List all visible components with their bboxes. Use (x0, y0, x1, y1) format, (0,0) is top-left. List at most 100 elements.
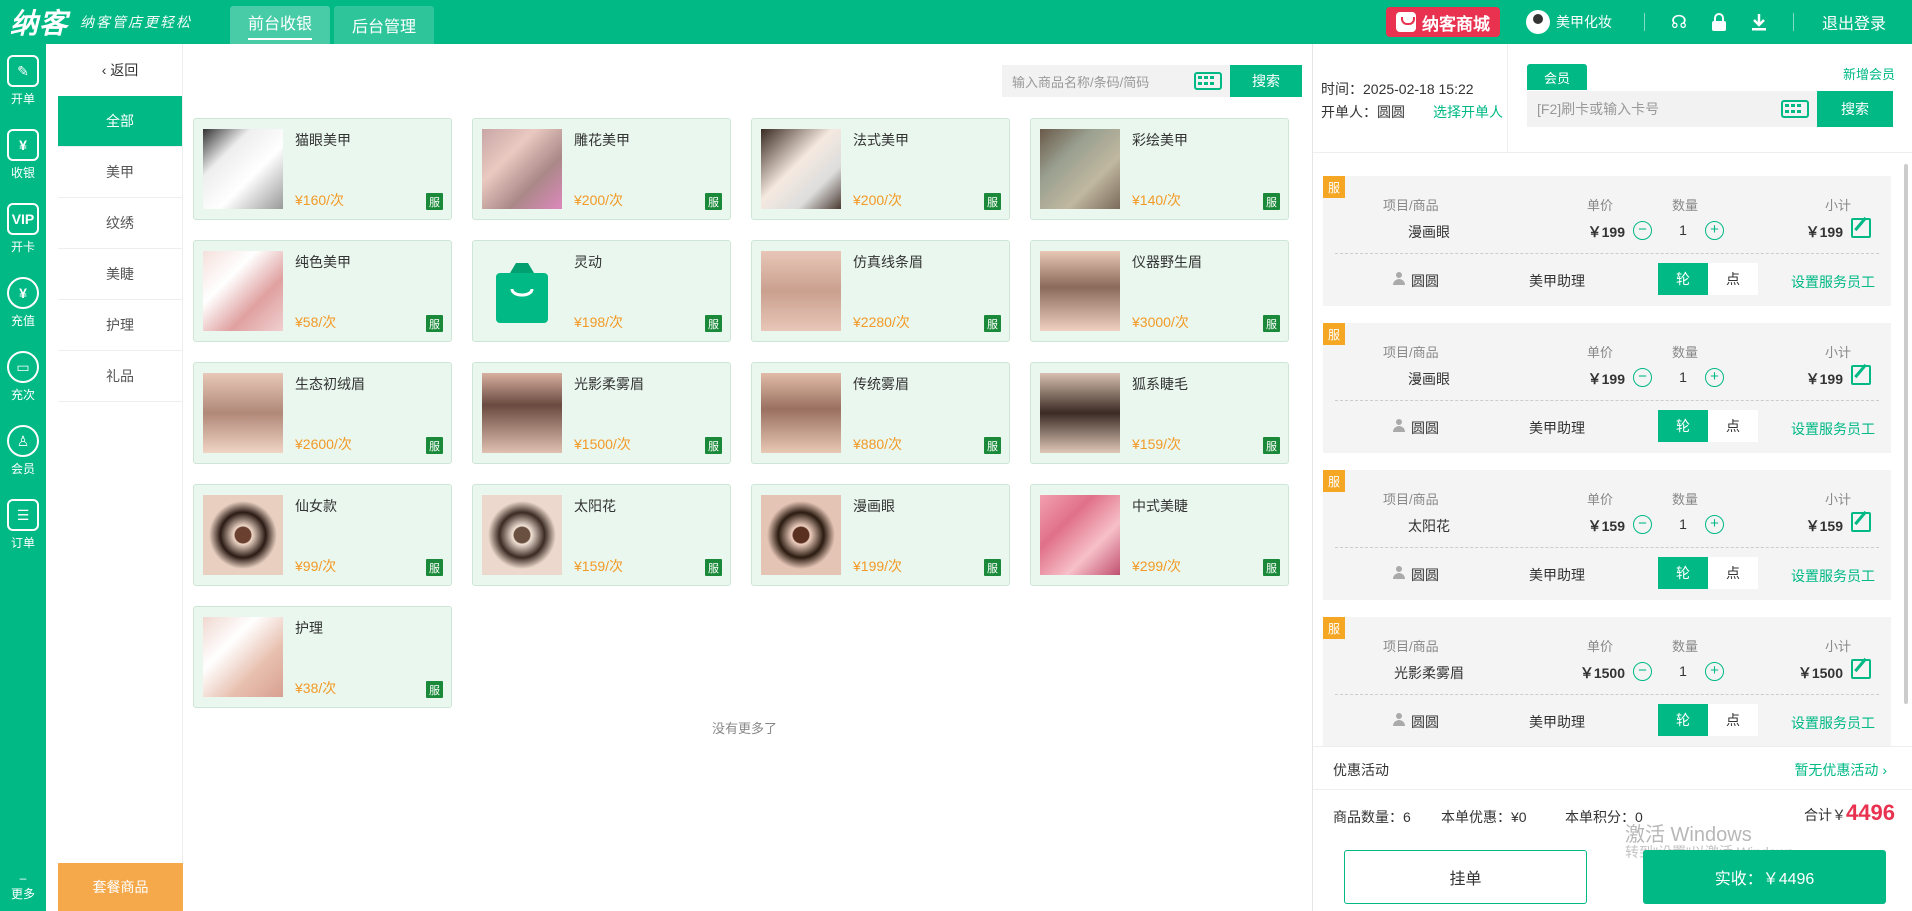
rotation-button[interactable]: 轮 (1658, 557, 1708, 589)
nav-member[interactable]: ♙ 会员 (0, 414, 46, 488)
appoint-button[interactable]: 点 (1708, 557, 1758, 589)
order-item-qty[interactable]: 1 (1673, 222, 1693, 238)
nav-open-order[interactable]: ✎ 开单 (0, 44, 46, 118)
header-qty: 数量 (1672, 198, 1699, 213)
pay-button[interactable]: 实收：￥4496 (1643, 850, 1886, 904)
product-card[interactable]: 法式美甲 ¥200/次 服 (751, 118, 1010, 220)
keyboard-icon[interactable] (1194, 72, 1222, 90)
product-card[interactable]: 纯色美甲 ¥58/次 服 (193, 240, 452, 342)
product-thumbnail (203, 251, 283, 331)
mall-button[interactable]: 纳客商城 (1385, 7, 1500, 37)
order-item-qty[interactable]: 1 (1673, 369, 1693, 385)
product-name: 灵动 (574, 254, 602, 270)
promotion-row[interactable]: 优惠活动 暂无优惠活动 › (1313, 746, 1912, 790)
nav-more[interactable]: – 更多 (0, 861, 46, 911)
product-price: ¥159/次 (574, 558, 624, 574)
plus-icon[interactable]: + (1705, 221, 1724, 240)
product-name: 仿真线条眉 (853, 254, 923, 270)
service-badge: 服 (1323, 323, 1345, 345)
product-card[interactable]: 猫眼美甲 ¥160/次 服 (193, 118, 452, 220)
top-bar: 纳客 纳客管店更轻松 前台收银 后台管理 纳客商城 美甲化妆 ☊ 退出登录 (0, 0, 1912, 44)
product-card[interactable]: 雕花美甲 ¥200/次 服 (472, 118, 731, 220)
order-item-name: 漫画眼 (1408, 224, 1450, 240)
product-card[interactable]: 传统雾眉 ¥880/次 服 (751, 362, 1010, 464)
hold-order-button[interactable]: 挂单 (1344, 850, 1587, 904)
keyboard-icon[interactable] (1781, 100, 1809, 118)
pick-opener-link[interactable]: 选择开单人 (1433, 102, 1503, 122)
nav-cashier[interactable]: ¥ 收银 (0, 118, 46, 192)
appoint-button[interactable]: 点 (1708, 263, 1758, 295)
product-search-button[interactable]: 搜索 (1230, 65, 1302, 97)
product-card[interactable]: 光影柔雾眉 ¥1500/次 服 (472, 362, 731, 464)
product-card[interactable]: 狐系睫毛 ¥159/次 服 (1030, 362, 1289, 464)
minus-icon[interactable]: − (1633, 221, 1652, 240)
product-card[interactable]: 彩绘美甲 ¥140/次 服 (1030, 118, 1289, 220)
product-card[interactable]: 仿真线条眉 ¥2280/次 服 (751, 240, 1010, 342)
plus-icon[interactable]: + (1705, 662, 1724, 681)
appoint-button[interactable]: 点 (1708, 410, 1758, 442)
rotation-button[interactable]: 轮 (1658, 263, 1708, 295)
staff-name: 圆圆 (1411, 273, 1439, 289)
shopping-bag-icon (496, 263, 548, 323)
order-list: 服项目/商品 单价 数量 小计 漫画眼 ￥199−1 + ￥199 圆圆 美甲助理轮点设置服务员工… (1313, 152, 1912, 747)
category-tattoo[interactable]: 纹绣 (58, 198, 182, 249)
download-icon[interactable] (1749, 12, 1769, 32)
back-button[interactable]: ‹ 返回 (58, 44, 182, 96)
lock-icon[interactable] (1709, 12, 1729, 32)
category-nail[interactable]: 美甲 (58, 147, 182, 198)
edit-icon[interactable] (1851, 659, 1871, 679)
nav-orders[interactable]: ☰ 订单 (0, 488, 46, 562)
tab-front-cashier[interactable]: 前台收银 (230, 6, 331, 44)
order-item-qty[interactable]: 1 (1673, 516, 1693, 532)
set-service-staff-link[interactable]: 设置服务员工 (1791, 713, 1875, 733)
edit-icon[interactable] (1851, 218, 1871, 238)
minus-icon[interactable]: − (1633, 662, 1652, 681)
headset-icon[interactable]: ☊ (1669, 12, 1689, 32)
category-gift[interactable]: 礼品 (58, 351, 182, 402)
category-lash[interactable]: 美睫 (58, 249, 182, 300)
service-badge: 服 (1323, 176, 1345, 198)
edit-icon[interactable] (1851, 512, 1871, 532)
tab-back-office[interactable]: 后台管理 (334, 6, 435, 44)
minus-icon[interactable]: − (1633, 515, 1652, 534)
new-member-link[interactable]: 新增会员 (1843, 64, 1895, 83)
category-all[interactable]: 全部 (58, 96, 182, 147)
product-card[interactable]: 仪器野生眉 ¥3000/次 服 (1030, 240, 1289, 342)
combo-products-button[interactable]: 套餐商品 (58, 863, 183, 911)
more-icon: – (19, 870, 27, 885)
plus-icon[interactable]: + (1705, 515, 1724, 534)
order-item-subtotal: ￥199 (1805, 224, 1843, 240)
product-card[interactable]: 生态初绒眉 ¥2600/次 服 (193, 362, 452, 464)
product-card[interactable]: 灵动 ¥198/次 服 (472, 240, 731, 342)
product-card[interactable]: 太阳花 ¥159/次 服 (472, 484, 731, 586)
product-card[interactable]: 仙女款 ¥99/次 服 (193, 484, 452, 586)
header-subtotal: 小计 (1825, 198, 1852, 213)
category-care[interactable]: 护理 (58, 300, 182, 351)
member-search-button[interactable]: 搜索 (1817, 91, 1893, 127)
product-card[interactable]: 中式美睫 ¥299/次 服 (1030, 484, 1289, 586)
product-search-input[interactable]: 输入商品名称/条码/简码 (1002, 65, 1230, 97)
plus-icon[interactable]: + (1705, 368, 1724, 387)
user-menu[interactable]: 美甲化妆 (1525, 10, 1612, 34)
order-list-scrollbar[interactable] (1904, 164, 1908, 704)
nav-recharge-times[interactable]: ▭ 充次 (0, 340, 46, 414)
set-service-staff-link[interactable]: 设置服务员工 (1791, 566, 1875, 586)
logout-button[interactable]: 退出登录 (1822, 10, 1886, 34)
member-card-input[interactable]: [F2]刷卡或输入卡号 (1527, 91, 1817, 127)
tab-member[interactable]: 会员 (1527, 64, 1587, 90)
set-service-staff-link[interactable]: 设置服务员工 (1791, 272, 1875, 292)
minus-icon[interactable]: − (1633, 368, 1652, 387)
rotation-button[interactable]: 轮 (1658, 704, 1708, 736)
nav-recharge[interactable]: ¥ 充值 (0, 266, 46, 340)
order-item-qty[interactable]: 1 (1673, 663, 1693, 679)
rotation-button[interactable]: 轮 (1658, 410, 1708, 442)
avatar (1525, 10, 1550, 34)
appoint-button[interactable]: 点 (1708, 704, 1758, 736)
nav-open-card[interactable]: VIP 开卡 (0, 192, 46, 266)
product-name: 传统雾眉 (853, 376, 909, 392)
set-service-staff-link[interactable]: 设置服务员工 (1791, 419, 1875, 439)
divider (1335, 547, 1879, 548)
product-card[interactable]: 漫画眼 ¥199/次 服 (751, 484, 1010, 586)
edit-icon[interactable] (1851, 365, 1871, 385)
product-card[interactable]: 护理 ¥38/次 服 (193, 606, 452, 708)
